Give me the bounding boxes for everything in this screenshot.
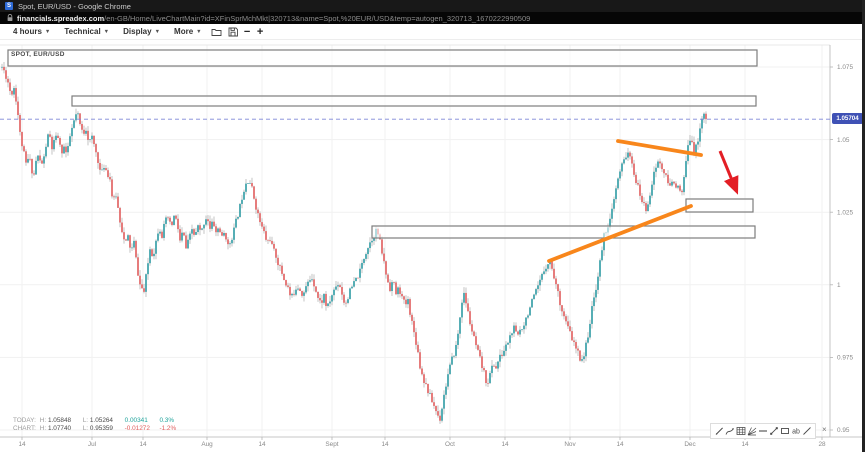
drawing-rectangle[interactable] [8,50,757,66]
zoom-out-button[interactable]: − [241,27,254,37]
y-axis-label: 1.075 [837,64,853,71]
today-high-label: H: [40,417,46,424]
x-axis-label: Sept [325,441,338,448]
chevron-down-icon: ▼ [196,29,201,35]
today-low-label: L: [83,417,88,424]
x-axis-label: 14 [381,441,389,448]
fan-lines-icon[interactable] [747,425,757,437]
timeframe-dropdown[interactable]: 4 hours ▼ [6,27,57,36]
window-title: Spot, EUR/USD - Google Chrome [18,2,131,11]
today-label: TODAY: [13,417,38,425]
drawing-rectangle[interactable] [72,96,756,106]
chevron-down-icon: ▼ [155,29,160,35]
open-folder-icon[interactable] [209,27,225,37]
spreadex-favicon: S [5,2,13,10]
technical-dropdown[interactable]: Technical ▼ [57,27,116,36]
polyline-arrow-icon[interactable] [725,425,735,437]
legend-row-today: TODAY: H: 1.05848 L: 1.05264 0.00341 0.3… [13,417,176,425]
drawing-rectangle[interactable] [372,226,755,238]
x-axis-label: 14 [741,441,749,448]
drawings [8,50,757,261]
today-change: 0.00341 [125,417,158,425]
y-axis-label: 0.95 [837,427,850,434]
current-price-badge: 1.05704 [832,113,863,124]
zoom-in-button[interactable]: + [254,27,267,37]
close-toolbar-icon[interactable]: × [822,426,827,434]
x-axis-label: 14 [18,441,26,448]
x-axis-label: 14 [258,441,266,448]
legend-row-chart: CHART: H: 1.07740 L: 0.95359 -0.01272 -1… [13,425,176,433]
text-icon[interactable]: ab [791,425,801,437]
chart-legend: TODAY: H: 1.05848 L: 1.05264 0.00341 0.3… [13,417,176,434]
x-axis-label: Oct [445,441,455,448]
candlestick-series [1,62,707,424]
display-label: Display [123,27,151,36]
chart-low-value: 0.95359 [90,425,119,433]
today-change-pct: 0.3% [159,417,174,424]
technical-label: Technical [64,27,100,36]
timeframe-label: 4 hours [13,27,42,36]
y-axis-label: 1.05 [837,137,850,144]
chevron-down-icon: ▼ [104,29,109,35]
svg-text:ab: ab [792,429,800,436]
url-domain: financials.spreadex.com [17,14,104,23]
x-axis-label: Nov [564,441,576,448]
rectangle-icon[interactable] [780,425,790,437]
pen-icon[interactable] [714,425,724,437]
url-text[interactable]: financials.spreadex.com/en-GB/Home/LiveC… [17,14,530,23]
lock-icon [7,14,13,22]
chart-low-label: L: [83,425,88,432]
candlestick-chart[interactable]: 1.075 1.05 1.025 1 0.975 0.95 14 Jul 14 Aug 14 Sept… [0,40,865,452]
today-high-value: 1.05848 [48,417,77,425]
drawing-rectangle[interactable] [686,199,753,212]
chart-change-pct: -1.2% [159,425,176,432]
x-axis-label: 14 [616,441,624,448]
y-axis-label: 1.025 [837,209,853,216]
y-axis-label: 0.975 [837,355,853,362]
x-axis-label: Jul [88,441,96,448]
diagonal-line-icon[interactable] [802,425,812,437]
window-titlebar: S Spot, EUR/USD - Google Chrome [0,0,865,12]
chart-change: -0.01272 [125,425,158,433]
grid-icon[interactable] [736,425,746,437]
address-bar[interactable]: financials.spreadex.com/en-GB/Home/LiveC… [0,12,865,24]
arrow-drawing[interactable] [720,151,734,185]
x-axis-label: 28 [818,441,826,448]
x-axis-label: 14 [139,441,147,448]
horizontal-line-icon[interactable] [758,425,768,437]
x-axis-label: Aug [201,441,213,448]
chevron-down-icon: ▼ [45,29,50,35]
x-axis-label: 14 [501,441,509,448]
url-path: /en-GB/Home/LiveChartMain?id=XFinSprMchM… [104,14,530,23]
today-low-value: 1.05264 [90,417,119,425]
chart-high-value: 1.07740 [48,425,77,433]
more-label: More [174,27,193,36]
instrument-label: SPOT, EUR/USD [11,51,65,58]
drawing-toolbar: ab [710,423,816,439]
chart-area[interactable]: 1.075 1.05 1.025 1 0.975 0.95 14 Jul 14 Aug 14 Sept… [0,40,865,452]
browser-window: S Spot, EUR/USD - Google Chrome financia… [0,0,865,452]
chart-label: CHART: [13,425,38,433]
display-dropdown[interactable]: Display ▼ [116,27,167,36]
more-dropdown[interactable]: More ▼ [167,27,209,36]
segment-icon[interactable] [769,425,779,437]
y-axis-label: 1 [837,282,841,289]
chart-toolbar: 4 hours ▼ Technical ▼ Display ▼ More ▼ −… [0,24,865,40]
x-axis-label: Dec [684,441,696,448]
save-icon[interactable] [225,27,241,37]
chart-high-label: H: [40,425,46,432]
